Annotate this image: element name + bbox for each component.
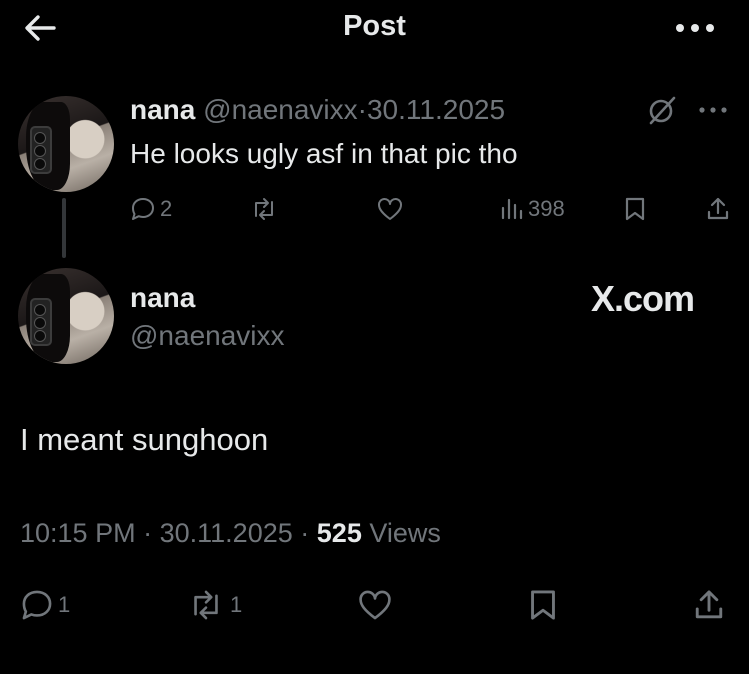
post-time: 10:15 PM xyxy=(20,518,136,548)
watermark: X.com xyxy=(591,278,695,319)
bookmark-icon xyxy=(531,590,555,620)
view-count: 398 xyxy=(528,196,565,221)
more-horizontal-icon xyxy=(699,107,727,113)
repost-icon xyxy=(255,198,273,220)
grok-button[interactable] xyxy=(646,94,678,126)
display-name[interactable]: nana xyxy=(130,94,195,125)
view-count[interactable]: 525 xyxy=(317,518,362,548)
views-button[interactable]: 398 xyxy=(500,196,565,222)
handle[interactable]: @naenavixx xyxy=(203,94,358,125)
reply-header: nana @naenavixx·30.11.2025 xyxy=(130,94,505,126)
separator: · xyxy=(300,518,310,548)
more-horizontal-icon xyxy=(676,24,714,32)
avatar[interactable] xyxy=(18,268,114,364)
reply-text: He looks ugly asf in that pic tho xyxy=(130,138,518,169)
comment-icon xyxy=(22,590,52,620)
post-meta: 10:15 PM · 30.11.2025 · 525 Views xyxy=(20,518,441,549)
comment-icon xyxy=(132,198,154,220)
share-icon xyxy=(707,197,729,220)
bookmark-button[interactable] xyxy=(528,588,558,622)
bookmark-button[interactable] xyxy=(624,196,646,222)
display-name[interactable]: nana xyxy=(130,282,195,314)
handle[interactable]: @naenavixx xyxy=(130,320,285,352)
separator: · xyxy=(357,94,367,125)
repost-icon xyxy=(194,590,218,620)
bar-chart-icon xyxy=(501,198,523,220)
reply-count: 2 xyxy=(160,196,173,221)
post-date[interactable]: 30.11.2025 xyxy=(367,94,505,125)
bookmark-icon xyxy=(625,197,645,221)
grok-icon xyxy=(649,96,676,125)
post-date: 30.11.2025 xyxy=(159,518,293,548)
thread-line xyxy=(62,198,66,258)
like-button[interactable] xyxy=(376,196,404,222)
share-button[interactable] xyxy=(693,588,725,622)
page-title: Post xyxy=(343,10,406,42)
share-icon xyxy=(695,590,723,619)
repost-count: 1 xyxy=(230,592,243,617)
reply-button[interactable]: 1 xyxy=(20,588,70,622)
separator: · xyxy=(143,518,153,548)
repost-button[interactable]: 1 xyxy=(186,588,242,622)
reply-count: 1 xyxy=(58,592,71,617)
avatar[interactable] xyxy=(18,96,114,192)
heart-icon xyxy=(378,198,402,220)
reply-more-button[interactable] xyxy=(696,98,730,122)
views-label: Views xyxy=(369,518,441,548)
repost-button[interactable] xyxy=(250,196,278,222)
more-options-button[interactable] xyxy=(672,14,718,42)
post-text: I meant sunghoon xyxy=(20,422,269,457)
share-button[interactable] xyxy=(706,196,730,222)
heart-icon xyxy=(359,590,391,620)
reply-button[interactable]: 2 xyxy=(130,196,172,222)
like-button[interactable] xyxy=(356,588,394,622)
